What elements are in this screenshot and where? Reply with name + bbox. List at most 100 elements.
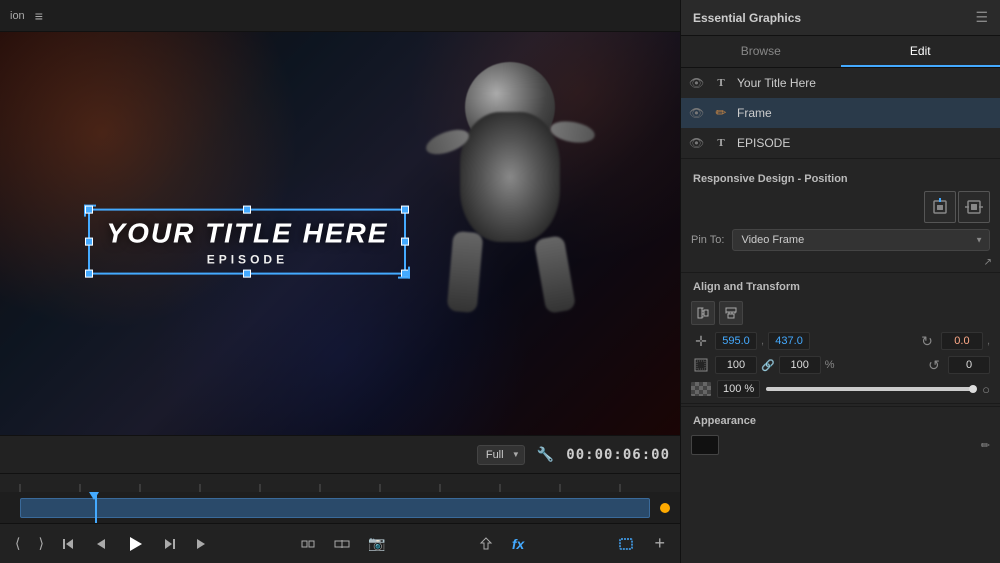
scale-row: 100 🔗 100 % ↺ 0	[681, 353, 1000, 377]
scale-link-icon: 🔗	[761, 359, 775, 372]
add-button[interactable]: +	[649, 530, 670, 557]
pin-center-svg	[964, 197, 984, 217]
pin-anchor-area	[924, 191, 990, 223]
top-bar: ion ≡	[0, 0, 680, 32]
handle-top-mid[interactable]	[243, 205, 251, 213]
play-back-button[interactable]	[89, 534, 113, 554]
opacity-slider-thumb[interactable]	[969, 385, 977, 393]
controls-bar: Full 1/2 1/4 🔧 00:00:06:00	[0, 435, 680, 473]
astronaut-leg-right	[534, 235, 577, 314]
handle-right-mid[interactable]	[401, 238, 409, 246]
tab-edit[interactable]: Edit	[841, 36, 1000, 67]
panel-header: Essential Graphics ☰	[681, 0, 1000, 36]
rotation-icon: ↻	[917, 333, 937, 350]
section-divider-2	[681, 403, 1000, 404]
position-row: ✛ 595.0 , 437.0 ↻ 0.0 ,	[681, 329, 1000, 353]
position-x-value[interactable]: 595.0	[715, 332, 757, 350]
pin-top-svg	[930, 197, 950, 217]
play-button[interactable]	[121, 532, 149, 556]
cursor-position: ↗	[681, 255, 1000, 270]
properties-area: Responsive Design - Position	[681, 159, 1000, 563]
selection-box-button[interactable]	[611, 534, 641, 554]
align-transform-title: Align and Transform	[681, 275, 1000, 297]
appearance-title: Appearance	[681, 406, 1000, 431]
timeline-track[interactable]	[0, 492, 680, 523]
position-y-value[interactable]: 437.0	[768, 332, 810, 350]
ripple-edit-icon	[300, 536, 316, 552]
opacity-slider[interactable]	[766, 387, 976, 391]
handle-bottom-left[interactable]	[85, 270, 93, 278]
playback-bar: ⟨ ⟩	[0, 523, 680, 563]
panel-menu-icon[interactable]: ☰	[975, 9, 988, 26]
layers-list: 👁 T Your Title Here 👁 ✏ Frame 👁 T EPISOD…	[681, 68, 1000, 159]
selection-box-icon	[616, 537, 636, 551]
color-swatch[interactable]	[691, 435, 719, 455]
pin-to-select[interactable]: Video Frame None	[732, 229, 990, 251]
settings-wrench-button[interactable]: 🔧	[533, 444, 558, 465]
step-back-button[interactable]	[57, 534, 81, 554]
layer-2-type-icon: ✏	[713, 105, 729, 121]
layer-1-visibility-icon[interactable]: 👁	[689, 76, 705, 90]
handle-top-right[interactable]	[401, 205, 409, 213]
handle-top-left[interactable]	[85, 205, 93, 213]
hamburger-menu-icon[interactable]: ≡	[35, 8, 43, 24]
opacity-value[interactable]: 100 %	[717, 380, 760, 398]
play-forward-button[interactable]	[189, 534, 213, 554]
export-button[interactable]	[473, 533, 499, 555]
opacity-slider-fill	[766, 387, 976, 391]
align-buttons-row	[681, 297, 1000, 329]
panel-tabs: Browse Edit	[681, 36, 1000, 68]
scale-y-value[interactable]: 100	[779, 356, 821, 374]
playhead[interactable]	[95, 492, 97, 523]
scale-x-value[interactable]: 100	[715, 356, 757, 374]
layer-item-3[interactable]: 👁 T EPISODE	[681, 128, 1000, 158]
layer-item-2[interactable]: 👁 ✏ Frame	[681, 98, 1000, 128]
appearance-edit-icon[interactable]: ✏	[981, 439, 990, 452]
timeline-ticks-svg	[0, 474, 680, 492]
rolling-edit-button[interactable]	[329, 533, 355, 555]
marker-circle	[660, 503, 670, 513]
go-to-out-button[interactable]: ⟩	[33, 532, 48, 555]
align-icon-1	[696, 306, 710, 320]
position-icon: ✛	[691, 333, 711, 350]
rotation-value[interactable]: 0.0	[941, 332, 983, 350]
title-overlay[interactable]: YOUR TITLE HERE EPISODE	[88, 208, 406, 275]
layer-1-name: Your Title Here	[737, 76, 816, 90]
astronaut-figure	[420, 52, 600, 352]
timeline-ruler[interactable]	[0, 474, 680, 492]
layer-item-1[interactable]: 👁 T Your Title Here	[681, 68, 1000, 98]
astronaut-leg-left	[447, 231, 484, 313]
title-selection-box[interactable]: YOUR TITLE HERE EPISODE	[88, 208, 406, 275]
fx-button[interactable]: fx	[507, 533, 529, 555]
step-forward-button[interactable]	[157, 534, 181, 554]
pin-center-icon[interactable]	[958, 191, 990, 223]
timeline-clip[interactable]	[20, 498, 650, 518]
handle-bottom-right[interactable]	[401, 270, 409, 278]
opacity-row: 100 % ○	[681, 377, 1000, 401]
step-back-icon	[62, 537, 76, 551]
reset-rotation-icon: ↺	[924, 357, 944, 374]
layer-3-visibility-icon[interactable]: 👁	[689, 136, 705, 150]
camera-button[interactable]: 📷	[363, 532, 390, 555]
handle-bottom-mid[interactable]	[243, 270, 251, 278]
align-btn-1[interactable]	[691, 301, 715, 325]
go-to-in-button[interactable]: ⟨	[10, 532, 25, 555]
export-icon	[478, 536, 494, 552]
title-sub-text: EPISODE	[106, 253, 388, 267]
play-back-icon	[94, 537, 108, 551]
reset-val[interactable]: 0	[948, 356, 990, 374]
responsive-design-title: Responsive Design - Position	[681, 167, 1000, 189]
quality-select-wrapper[interactable]: Full 1/2 1/4	[477, 445, 525, 465]
ripple-edit-button[interactable]	[295, 533, 321, 555]
quality-select[interactable]: Full 1/2 1/4	[477, 445, 525, 465]
right-panel: Essential Graphics ☰ Browse Edit 👁 T You…	[680, 0, 1000, 563]
play-forward-icon	[194, 537, 208, 551]
panel-title-left: ion	[10, 10, 25, 22]
opacity-circle-btn[interactable]: ○	[982, 382, 990, 397]
tab-browse[interactable]: Browse	[681, 36, 841, 67]
pin-select-wrapper[interactable]: Video Frame None	[732, 229, 990, 251]
layer-2-visibility-icon[interactable]: 👁	[689, 106, 705, 120]
align-btn-2[interactable]	[719, 301, 743, 325]
handle-left-mid[interactable]	[85, 238, 93, 246]
pin-top-icon[interactable]	[924, 191, 956, 223]
